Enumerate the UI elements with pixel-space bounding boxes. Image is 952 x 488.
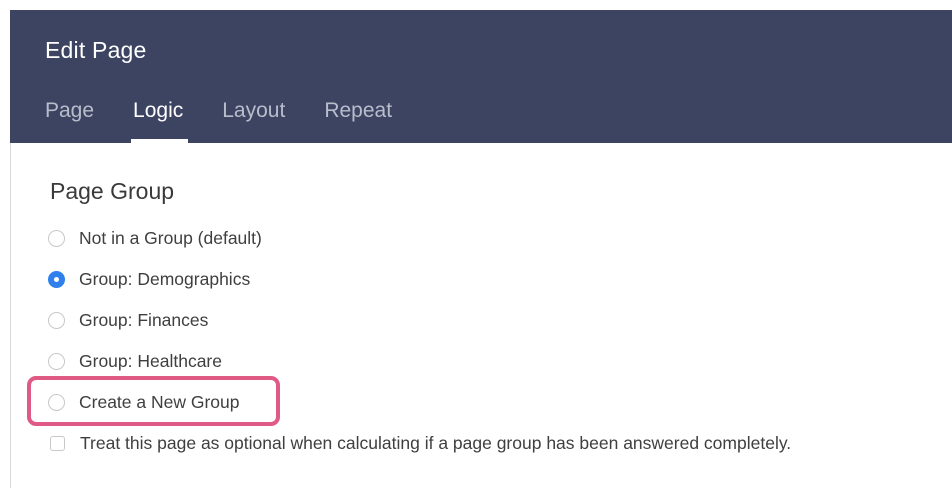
option-label: Create a New Group <box>79 391 240 412</box>
optional-page-label: Treat this page as optional when calcula… <box>80 432 792 453</box>
screenshot-frame: Edit Page Page Logic Layout Repeat Page … <box>0 0 952 488</box>
tab-layout[interactable]: Layout <box>222 97 285 143</box>
tab-page[interactable]: Page <box>45 97 94 143</box>
tab-repeat[interactable]: Repeat <box>324 97 392 143</box>
radio-group-demographics[interactable] <box>48 270 65 288</box>
option-label: Group: Healthcare <box>79 350 222 371</box>
edit-page-title: Edit Page <box>45 37 147 63</box>
option-label: Group: Finances <box>79 309 209 330</box>
edit-page-header: Edit Page Page Logic Layout Repeat <box>10 10 952 143</box>
option-group-demographics[interactable]: Group: Demographics <box>48 266 250 292</box>
option-create-new-group[interactable]: Create a New Group <box>48 389 240 415</box>
option-not-in-group[interactable]: Not in a Group (default) <box>48 225 262 251</box>
optional-page-checkbox[interactable] <box>50 435 65 451</box>
edit-page-tabs: Page Logic Layout Repeat <box>45 97 431 143</box>
tab-logic[interactable]: Logic <box>131 97 189 143</box>
radio-group-healthcare[interactable] <box>48 352 65 370</box>
option-group-finances[interactable]: Group: Finances <box>48 307 208 333</box>
radio-group-finances[interactable] <box>48 311 65 329</box>
optional-page-checkbox-row[interactable]: Treat this page as optional when calcula… <box>48 430 791 456</box>
option-label: Group: Demographics <box>79 268 251 289</box>
option-group-healthcare[interactable]: Group: Healthcare <box>48 348 222 374</box>
radio-not-in-group[interactable] <box>48 229 65 247</box>
radio-create-new-group[interactable] <box>48 393 65 411</box>
option-label: Not in a Group (default) <box>79 227 262 248</box>
page-group-heading: Page Group <box>50 178 175 204</box>
